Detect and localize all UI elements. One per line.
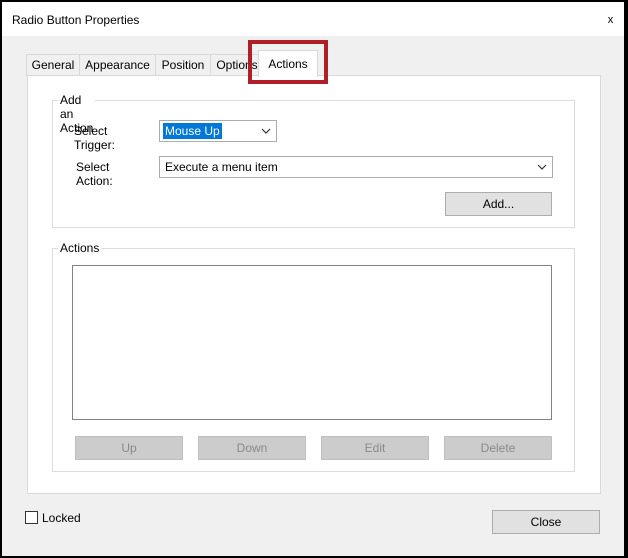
chevron-down-icon bbox=[537, 164, 547, 170]
action-select-value: Execute a menu item bbox=[165, 160, 278, 174]
add-action-button[interactable]: Add... bbox=[445, 192, 552, 216]
title-bar: Radio Button Properties x bbox=[2, 2, 624, 36]
annotation-highlight-box bbox=[248, 40, 328, 84]
close-icon[interactable]: x bbox=[605, 15, 616, 26]
action-select[interactable]: Execute a menu item bbox=[159, 156, 553, 178]
tab-general[interactable]: General bbox=[26, 54, 80, 76]
close-button[interactable]: Close bbox=[492, 510, 600, 534]
window-title: Radio Button Properties bbox=[12, 13, 140, 27]
delete-action-button[interactable]: Delete bbox=[444, 436, 552, 460]
actions-group-label: Actions bbox=[58, 241, 102, 255]
select-action-label: Select Action: bbox=[76, 160, 113, 188]
move-down-button[interactable]: Down bbox=[198, 436, 306, 460]
chevron-down-icon bbox=[261, 128, 271, 134]
trigger-select[interactable]: Mouse Up bbox=[159, 120, 277, 142]
tab-appearance[interactable]: Appearance bbox=[79, 54, 156, 76]
trigger-select-value: Mouse Up bbox=[162, 122, 223, 140]
tab-position[interactable]: Position bbox=[155, 54, 211, 76]
edit-action-button[interactable]: Edit bbox=[321, 436, 429, 460]
actions-list[interactable] bbox=[72, 265, 552, 420]
move-up-button[interactable]: Up bbox=[75, 436, 183, 460]
locked-checkbox[interactable] bbox=[25, 511, 38, 524]
locked-label: Locked bbox=[42, 511, 81, 525]
select-trigger-label: Select Trigger: bbox=[74, 124, 115, 152]
